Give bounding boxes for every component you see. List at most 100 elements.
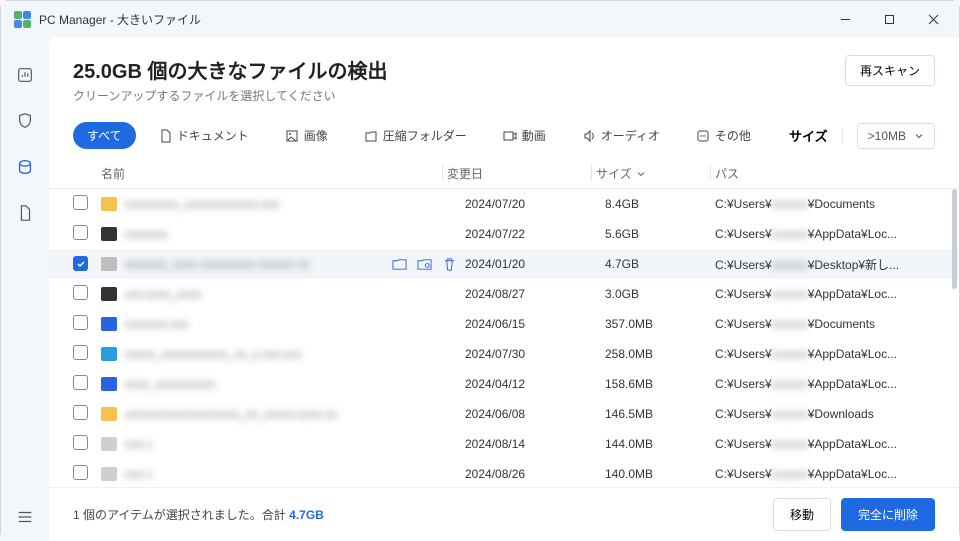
image-icon (285, 129, 299, 143)
file-icon (101, 317, 117, 331)
close-button[interactable] (911, 3, 955, 35)
row-checkbox[interactable] (73, 375, 88, 390)
scrollbar-thumb[interactable] (952, 189, 957, 289)
table-row[interactable]: xxx.x 2024/08/14144.0MBC:¥Users¥xxxxxx¥Ap… (49, 429, 959, 459)
file-name: xxx.x (125, 437, 152, 451)
other-icon (696, 129, 710, 143)
maximize-button[interactable] (867, 3, 911, 35)
open-folder-icon[interactable] (392, 257, 407, 272)
table-row[interactable]: xxxxx_xxxxxxxxxxx_xx_x.xxx.xxx 2024/07/30… (49, 339, 959, 369)
file-name: xxx.x (125, 467, 152, 481)
file-name: xxxxxxx.xxx (125, 317, 188, 331)
table-row[interactable]: xxxxxxx_xxxx xxxxxxxxx xxxxxx xx2024/01/… (49, 249, 959, 279)
file-path: C:¥Users¥xxxxxx¥AppData¥Loc... (715, 437, 935, 451)
filter-archive[interactable]: 圧縮フォルダー (350, 122, 481, 149)
nav-shield-icon[interactable] (15, 111, 35, 131)
file-size: 140.0MB (605, 467, 715, 481)
document-icon (158, 129, 172, 143)
col-date[interactable]: 変更日 (447, 165, 587, 182)
filter-bar: すべて ドキュメント画像圧縮フォルダー動画オーディオその他 サイズ >10MB (49, 108, 959, 159)
row-checkbox[interactable] (73, 405, 88, 420)
filter-video[interactable]: 動画 (489, 122, 560, 149)
file-icon (101, 257, 117, 271)
file-icon (101, 377, 117, 391)
file-path: C:¥Users¥xxxxxx¥AppData¥Loc... (715, 467, 935, 481)
table-row[interactable]: xxxx_xxxxxxxxxx2024/04/12158.6MBC:¥Users… (49, 369, 959, 399)
file-path: C:¥Users¥xxxxxx¥Documents (715, 317, 935, 331)
file-path: C:¥Users¥xxxxxx¥Desktop¥新し... (715, 256, 935, 273)
file-size: 144.0MB (605, 437, 715, 451)
hamburger-menu-icon[interactable] (15, 507, 35, 527)
file-icon (101, 407, 117, 421)
file-size: 146.5MB (605, 407, 715, 421)
file-date: 2024/08/14 (465, 437, 605, 451)
selection-summary: 1 個のアイテムが選択されました。合計 4.7GB (73, 506, 324, 523)
table-row[interactable]: xxx.xxxx_xxxx2024/08/273.0GBC:¥Users¥xxx… (49, 279, 959, 309)
window-title: PC Manager - 大きいファイル (39, 11, 201, 28)
file-path: C:¥Users¥xxxxxx¥Documents (715, 197, 935, 211)
row-checkbox[interactable] (73, 345, 88, 360)
table-row[interactable]: xxxxxxx.xxx2024/06/15357.0MBC:¥Users¥xxx… (49, 309, 959, 339)
page-subtitle: クリーンアップするファイルを選択してください (73, 87, 387, 104)
file-name: xxxxxxxxx_xxxxxxxxxxxx.xxx (125, 197, 279, 211)
file-name: xxx.xxxx_xxxx (125, 287, 201, 301)
row-checkbox[interactable] (73, 435, 88, 450)
filter-image[interactable]: 画像 (271, 122, 342, 149)
file-name: xxxxxxx (125, 227, 167, 241)
audio-icon (582, 129, 596, 143)
row-checkbox[interactable] (73, 256, 88, 271)
file-path: C:¥Users¥xxxxxx¥Downloads (715, 407, 935, 421)
file-icon (101, 467, 117, 481)
table-row[interactable]: xxxxxxxxxxxxxxxxxxx_xx_xxxxx.xxxx.xx2024… (49, 399, 959, 429)
col-size[interactable]: サイズ (596, 165, 706, 182)
rescan-button[interactable]: 再スキャン (845, 55, 935, 86)
file-icon (101, 437, 117, 451)
file-date: 2024/04/12 (465, 377, 605, 391)
filter-document[interactable]: ドキュメント (144, 122, 263, 149)
nav-dashboard-icon[interactable] (15, 65, 35, 85)
table-row[interactable]: xxxxxxxxx_xxxxxxxxxxxx.xxx2024/07/208.4G… (49, 189, 959, 219)
titlebar: PC Manager - 大きいファイル (1, 1, 959, 37)
file-name: xxxxxxx_xxxx xxxxxxxxx xxxxxx xx (125, 257, 310, 271)
archive-icon (364, 129, 378, 143)
minimize-button[interactable] (823, 3, 867, 35)
file-date: 2024/07/22 (465, 227, 605, 241)
col-path[interactable]: パス (715, 165, 935, 182)
file-icon (101, 287, 117, 301)
row-checkbox[interactable] (73, 315, 88, 330)
nav-storage-icon[interactable] (15, 157, 35, 177)
file-name: xxxxxxxxxxxxxxxxxxx_xx_xxxxx.xxxx.xx (125, 407, 337, 421)
file-size: 3.0GB (605, 287, 715, 301)
file-path: C:¥Users¥xxxxxx¥AppData¥Loc... (715, 377, 935, 391)
table-row[interactable]: xxxxxxx2024/07/225.6GBC:¥Users¥xxxxxx¥Ap… (49, 219, 959, 249)
table-row[interactable]: xxx.x2024/08/26140.0MBC:¥Users¥xxxxxx¥Ap… (49, 459, 959, 487)
row-checkbox[interactable] (73, 465, 88, 480)
size-dropdown[interactable]: >10MB (857, 123, 935, 149)
filter-other[interactable]: その他 (682, 122, 765, 149)
file-date: 2024/07/30 (465, 347, 605, 361)
row-checkbox[interactable] (73, 225, 88, 240)
nav-file-icon[interactable] (15, 203, 35, 223)
col-name[interactable]: 名前 (101, 165, 438, 182)
file-icon (101, 347, 117, 361)
file-size: 158.6MB (605, 377, 715, 391)
locate-icon[interactable] (417, 257, 432, 272)
file-date: 2024/06/15 (465, 317, 605, 331)
size-label: サイズ (789, 126, 828, 145)
page-title: 25.0GB 個の大きなファイルの検出 (73, 55, 387, 84)
row-checkbox[interactable] (73, 195, 88, 210)
file-date: 2024/07/20 (465, 197, 605, 211)
table-header: 名前 変更日 サイズ パス (49, 159, 959, 189)
filter-all[interactable]: すべて (73, 122, 136, 149)
chevron-down-icon (636, 169, 646, 179)
delete-button[interactable]: 完全に削除 (841, 498, 935, 531)
row-checkbox[interactable] (73, 285, 88, 300)
main-panel: 25.0GB 個の大きなファイルの検出 クリーンアップするファイルを選択してくだ… (49, 37, 959, 541)
file-path: C:¥Users¥xxxxxx¥AppData¥Loc... (715, 227, 935, 241)
filter-audio[interactable]: オーディオ (568, 122, 674, 149)
delete-icon[interactable] (442, 257, 457, 272)
move-button[interactable]: 移動 (773, 498, 831, 531)
file-path: C:¥Users¥xxxxxx¥AppData¥Loc... (715, 287, 935, 301)
sidebar (1, 37, 49, 541)
file-name: xxxxx_xxxxxxxxxxx_xx_x.xxx.xxx (125, 347, 302, 361)
